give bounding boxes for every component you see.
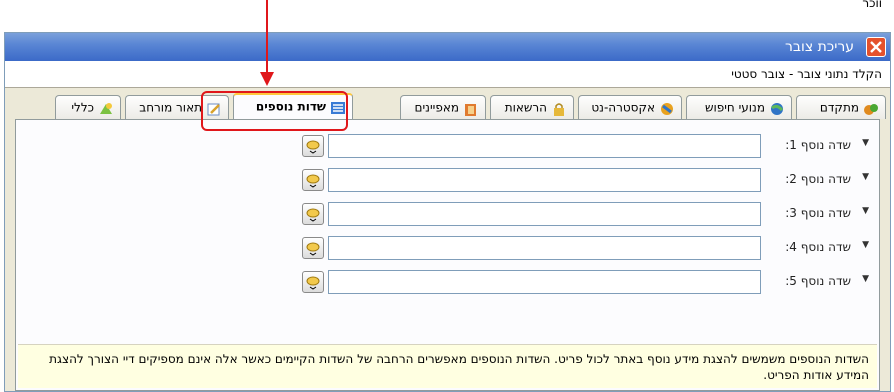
additional-field-4-input[interactable] (328, 236, 761, 260)
tab-label: תאור מורחב (139, 100, 202, 115)
globe-icon (769, 101, 785, 115)
tab-label: מאפיינים (414, 100, 459, 115)
link-icon (306, 140, 320, 154)
help-text: השדות הנוספים משמשים להצגת מידע נוסף באת… (49, 352, 869, 382)
field-label: שדה נוסף 3: (785, 206, 851, 220)
general-icon (98, 101, 114, 115)
additional-field-3-input[interactable] (328, 202, 761, 226)
insert-link-button[interactable] (302, 169, 324, 191)
subtitle: הקלד נתוני צובר - צובר סטטי (731, 67, 882, 81)
tab-extranet[interactable]: אקסטרה-נט (578, 95, 682, 119)
top-cut-text: ווכר (862, 0, 882, 10)
tab-permissions[interactable]: הרשאות (490, 95, 574, 119)
field-row-3: שדה נוסף 3: ▼ (16, 200, 879, 230)
properties-icon (463, 101, 479, 116)
insert-link-button[interactable] (302, 271, 324, 293)
field-row-1: שדה נוסף 1: ▼ (16, 132, 879, 162)
tab-advanced[interactable]: מתקדם (796, 95, 886, 119)
annotation-arrow-head (260, 72, 274, 86)
link-icon (306, 174, 320, 188)
annotation-highlight-box (201, 91, 348, 131)
field-row-5: שדה נוסף 5: ▼ (16, 268, 879, 298)
additional-field-1-input[interactable] (328, 134, 761, 158)
extranet-icon (659, 101, 675, 115)
help-text-box: השדות הנוספים משמשים להצגת מידע נוסף באת… (18, 344, 877, 388)
title-bar: עריכת צובר (5, 33, 890, 61)
tab-strip: מתקדם מנועי חיפוש אקסטרה-נט הרשאות מאפיי… (5, 91, 890, 120)
advanced-icon (863, 101, 879, 115)
link-icon (306, 208, 320, 222)
chevron-down-icon[interactable]: ▼ (862, 240, 869, 250)
lock-icon (551, 101, 567, 116)
annotation-arrow-line (266, 0, 268, 72)
edit-aggregator-window: עריכת צובר הקלד נתוני צובר - צובר סטטי מ… (4, 32, 891, 392)
chevron-down-icon[interactable]: ▼ (862, 274, 869, 284)
field-row-4: שדה נוסף 4: ▼ (16, 234, 879, 264)
window-title: עריכת צובר (785, 39, 854, 55)
tab-label: מתקדם (819, 100, 859, 115)
link-icon (306, 242, 320, 256)
additional-field-5-input[interactable] (328, 270, 761, 294)
link-icon (306, 276, 320, 290)
tab-properties[interactable]: מאפיינים (400, 95, 486, 119)
field-label: שדה נוסף 1: (785, 138, 851, 152)
close-icon (870, 41, 882, 53)
tab-label: כללי (71, 100, 94, 115)
chevron-down-icon[interactable]: ▼ (862, 172, 869, 182)
chevron-down-icon[interactable]: ▼ (862, 206, 869, 216)
field-label: שדה נוסף 5: (785, 274, 851, 288)
tab-general[interactable]: כללי (55, 95, 121, 119)
tab-label: מנועי חיפוש (704, 100, 765, 115)
close-button[interactable] (866, 37, 886, 57)
additional-field-2-input[interactable] (328, 168, 761, 192)
tab-search-engines[interactable]: מנועי חיפוש (686, 95, 792, 119)
field-row-2: שדה נוסף 2: ▼ (16, 166, 879, 196)
insert-link-button[interactable] (302, 237, 324, 259)
insert-link-button[interactable] (302, 135, 324, 157)
tab-label: אקסטרה-נט (591, 100, 655, 115)
chevron-down-icon[interactable]: ▼ (862, 138, 869, 148)
subtitle-bar: הקלד נתוני צובר - צובר סטטי (5, 61, 890, 88)
insert-link-button[interactable] (302, 203, 324, 225)
tab-label: הרשאות (504, 100, 547, 115)
additional-fields-panel: שדה נוסף 1: ▼ שדה נוסף 2: ▼ שדה נוסף 3: … (15, 119, 880, 391)
field-label: שדה נוסף 2: (785, 172, 851, 186)
field-label: שדה נוסף 4: (785, 240, 851, 254)
